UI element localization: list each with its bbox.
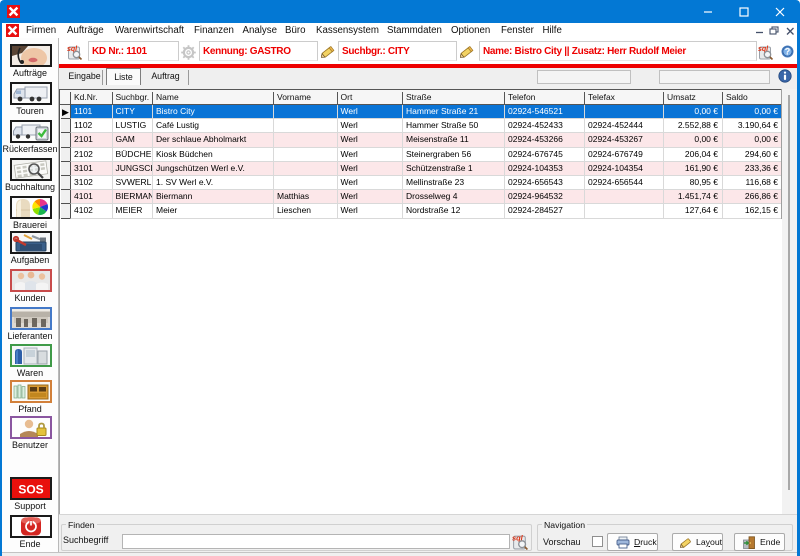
svg-text:SOS: SOS	[18, 483, 43, 497]
svg-text:?: ?	[785, 47, 791, 57]
